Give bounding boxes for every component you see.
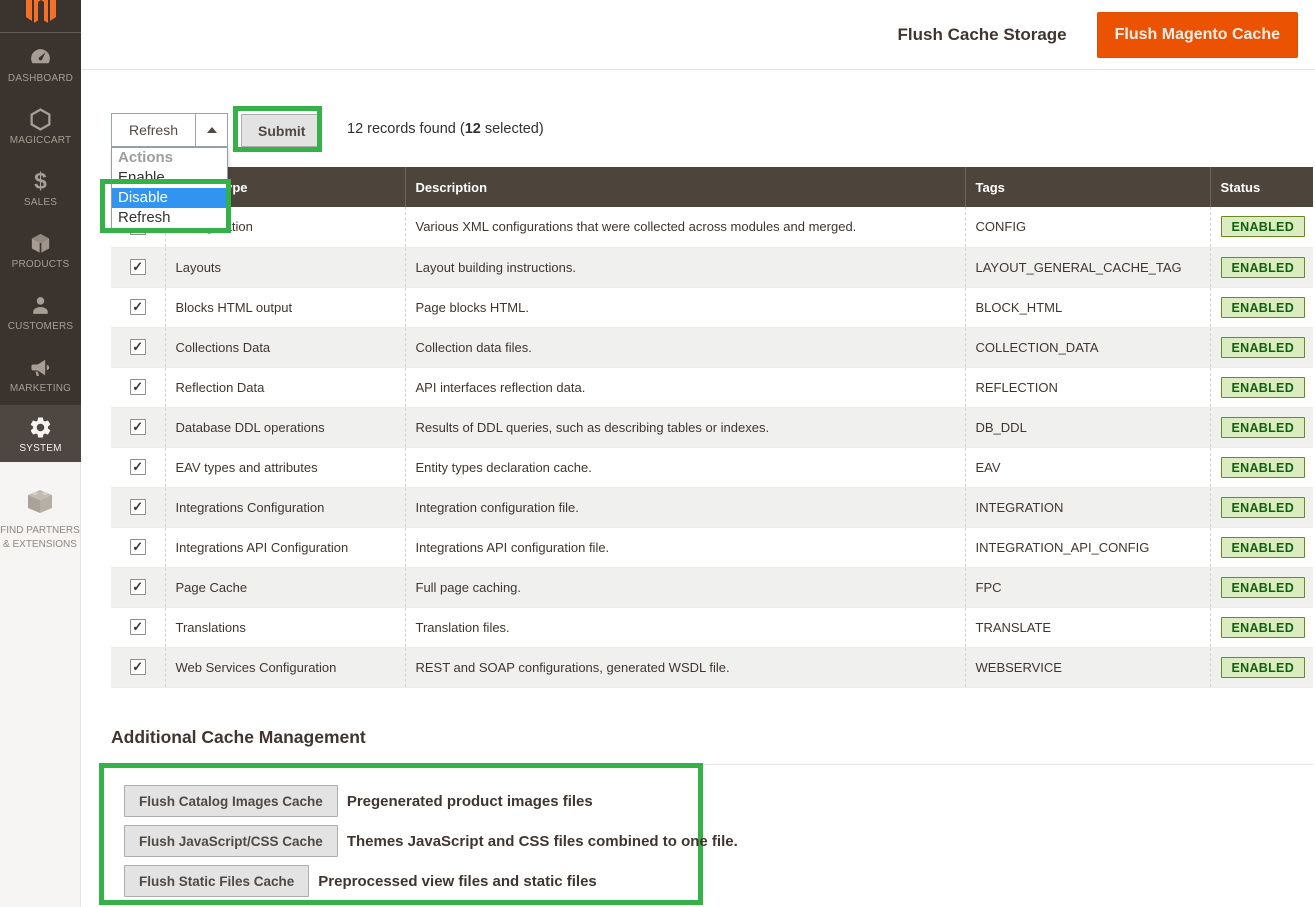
flush-magento-cache-button[interactable]: Flush Magento Cache [1097, 12, 1298, 58]
sidebar-item-label: MAGICCART [10, 135, 72, 146]
table-header-row: Cache Type Description Tags Status [111, 167, 1313, 207]
flush-static-files-description: Preprocessed view files and static files [318, 873, 596, 890]
sidebar-item-label: MARKETING [10, 383, 71, 394]
mass-action-dropdown: Actions Enable Disable Refresh [111, 147, 228, 229]
row-checkbox[interactable]: ✓ [130, 659, 146, 675]
table-row: ✓Blocks HTML outputPage blocks HTML.BLOC… [111, 287, 1313, 327]
status-badge: ENABLED [1221, 337, 1306, 358]
row-checkbox[interactable]: ✓ [130, 259, 146, 275]
flush-catalog-images-button[interactable]: Flush Catalog Images Cache [124, 785, 338, 817]
magento-logo[interactable] [0, 0, 81, 33]
table-row: ✓Integrations API ConfigurationIntegrati… [111, 527, 1313, 567]
flush-js-css-description: Themes JavaScript and CSS files combined… [347, 833, 738, 850]
status-badge: ENABLED [1221, 257, 1306, 278]
sidebar-item-label: CUSTOMERS [8, 321, 74, 332]
row-checkbox[interactable]: ✓ [130, 419, 146, 435]
sidebar-item-label: SALES [24, 197, 57, 208]
row-checkbox[interactable]: ✓ [130, 299, 146, 315]
sidebar-footer: FIND PARTNERS & EXTENSIONS [0, 462, 81, 907]
dropdown-group-label: Actions [112, 148, 227, 168]
sidebar-item-system[interactable]: SYSTEM [0, 405, 81, 463]
column-header-status: Status [1210, 167, 1313, 207]
magento-logo-icon [21, 0, 61, 25]
products-icon [28, 230, 54, 256]
table-row: ✓TranslationsTranslation files.TRANSLATE… [111, 607, 1313, 647]
status-badge: ENABLED [1221, 297, 1306, 318]
table-row: ✓LayoutsLayout building instructions.LAY… [111, 247, 1313, 287]
cache-table: Cache Type Description Tags Status ✓Conf… [111, 167, 1313, 688]
sidebar-item-customers[interactable]: CUSTOMERS [0, 281, 81, 343]
status-badge: ENABLED [1221, 577, 1306, 598]
status-badge: ENABLED [1221, 617, 1306, 638]
table-row: ✓Database DDL operationsResults of DDL q… [111, 407, 1313, 447]
cache-management-page: DASHBOARD MAGICCART $ SALES PRODUCTS CUS… [0, 0, 1315, 907]
customers-icon [28, 292, 54, 318]
status-badge: ENABLED [1221, 537, 1306, 558]
row-checkbox[interactable]: ✓ [130, 459, 146, 475]
dropdown-option-disable[interactable]: Disable [112, 188, 227, 208]
table-row: ✓EAV types and attributesEntity types de… [111, 447, 1313, 487]
additional-cache-title: Additional Cache Management [111, 727, 366, 748]
table-row: ✓ConfigurationVarious XML configurations… [111, 207, 1313, 247]
magiccart-icon [28, 106, 54, 132]
status-badge: ENABLED [1221, 497, 1306, 518]
submit-button[interactable]: Submit [241, 114, 322, 147]
row-checkbox[interactable]: ✓ [130, 579, 146, 595]
flush-catalog-images-row: Flush Catalog Images Cache Pregenerated … [124, 785, 593, 817]
table-row: ✓Reflection DataAPI interfaces reflectio… [111, 367, 1313, 407]
table-row: ✓Integrations ConfigurationIntegration c… [111, 487, 1313, 527]
dropdown-option-refresh[interactable]: Refresh [112, 208, 227, 228]
sidebar-item-dashboard[interactable]: DASHBOARD [0, 33, 81, 95]
records-count: 12 records found (12 selected) [347, 121, 544, 137]
table-row: ✓Page CacheFull page caching.FPCENABLED [111, 567, 1313, 607]
main-content: Flush Cache Storage Flush Magento Cache … [81, 0, 1315, 907]
row-checkbox[interactable]: ✓ [130, 539, 146, 555]
mass-action-selected-value: Refresh [112, 114, 195, 146]
svg-text:$: $ [34, 169, 47, 194]
status-badge: ENABLED [1221, 457, 1306, 478]
row-checkbox[interactable]: ✓ [130, 339, 146, 355]
find-partners-label: FIND PARTNERS & EXTENSIONS [0, 524, 80, 552]
chevron-up-icon [207, 127, 217, 133]
flush-static-files-button[interactable]: Flush Static Files Cache [124, 865, 309, 897]
extensions-brick-icon [24, 486, 56, 516]
page-actions-bar: Flush Cache Storage Flush Magento Cache [81, 0, 1315, 70]
row-checkbox[interactable]: ✓ [130, 379, 146, 395]
dropdown-option-enable[interactable]: Enable [112, 168, 227, 188]
row-checkbox[interactable]: ✓ [130, 499, 146, 515]
sidebar-item-label: DASHBOARD [8, 73, 73, 84]
admin-sidebar: DASHBOARD MAGICCART $ SALES PRODUCTS CUS… [0, 0, 81, 462]
dashboard-icon [28, 44, 54, 70]
sidebar-item-find-partners[interactable]: FIND PARTNERS & EXTENSIONS [0, 462, 80, 552]
section-divider [111, 764, 1313, 765]
status-badge: ENABLED [1221, 377, 1306, 398]
sales-icon: $ [28, 168, 54, 194]
sidebar-item-sales[interactable]: $ SALES [0, 157, 81, 219]
flush-cache-storage-button[interactable]: Flush Cache Storage [898, 25, 1067, 45]
column-header-tags: Tags [965, 167, 1210, 207]
flush-js-css-button[interactable]: Flush JavaScript/CSS Cache [124, 825, 338, 857]
flush-static-files-row: Flush Static Files Cache Preprocessed vi… [124, 865, 597, 897]
flush-js-css-row: Flush JavaScript/CSS Cache Themes JavaSc… [124, 825, 738, 857]
row-checkbox[interactable]: ✓ [130, 619, 146, 635]
table-row: ✓Collections DataCollection data files.C… [111, 327, 1313, 367]
flush-catalog-images-description: Pregenerated product images files [347, 793, 593, 810]
sidebar-item-label: SYSTEM [19, 443, 61, 454]
system-gear-icon [28, 414, 54, 440]
column-header-description: Description [405, 167, 965, 207]
status-badge: ENABLED [1221, 417, 1306, 438]
sidebar-item-marketing[interactable]: MARKETING [0, 343, 81, 405]
mass-action-select[interactable]: Refresh [111, 113, 228, 147]
sidebar-item-magiccart[interactable]: MAGICCART [0, 95, 81, 157]
status-badge: ENABLED [1221, 657, 1306, 678]
sidebar-item-products[interactable]: PRODUCTS [0, 219, 81, 281]
select-arrow-button[interactable] [195, 114, 227, 146]
sidebar-item-label: PRODUCTS [12, 259, 70, 270]
status-badge: ENABLED [1221, 216, 1306, 237]
table-row: ✓Web Services ConfigurationREST and SOAP… [111, 647, 1313, 687]
marketing-icon [28, 354, 54, 380]
